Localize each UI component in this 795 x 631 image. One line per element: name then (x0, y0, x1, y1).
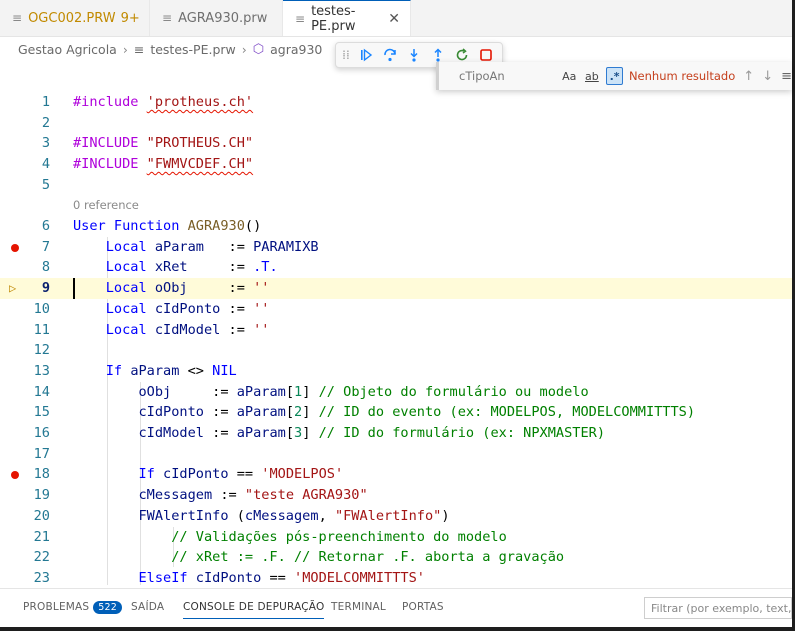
function-cube-icon: ⬡ (252, 42, 265, 57)
code-line: 15 cIdPonto := aParam[2] // ID do evento… (0, 402, 792, 423)
line-number: 7 (41, 238, 50, 255)
code-line: 20 FWAlertInfo (cMessagem, "FWAlertInfo"… (0, 506, 792, 527)
continue-icon (361, 48, 373, 62)
tab-problemas[interactable]: PROBLEMAS 522 (23, 601, 123, 614)
line-number: 23 (33, 569, 50, 585)
code-line: 2 (0, 113, 792, 134)
line-number: 20 (33, 507, 50, 524)
bottom-panel-bar: PROBLEMAS 522 SAÍDA CONSOLE DE DEPURAÇÃO … (0, 588, 792, 627)
code-line: 22 // xRet := .F. // Retornar .F. aborta… (0, 547, 792, 568)
line-number: 3 (41, 135, 50, 152)
line-number: 16 (33, 425, 50, 441)
line-number: 8 (41, 259, 50, 276)
tab-portas[interactable]: PORTAS (402, 601, 444, 613)
file-icon: ≡ (162, 11, 173, 25)
continue-button[interactable] (356, 45, 376, 65)
tab-saida[interactable]: SAÍDA (131, 601, 164, 613)
line-number: 4 (41, 156, 50, 173)
tab-console-depuracao[interactable]: CONSOLE DE DEPURAÇÃO (183, 601, 325, 619)
breakpoint-icon[interactable] (11, 243, 19, 252)
tab-badge: 9+ (120, 10, 140, 26)
line-number: 13 (33, 362, 50, 379)
line-number: 17 (33, 445, 50, 462)
code-line: 10 Local cIdPonto := '' (0, 299, 792, 320)
current-execution-line: ▷ 9 Local oObj := '' (0, 278, 792, 299)
code-line: 21 // Validações pós-preenchimento do mo… (0, 527, 792, 548)
line-number: 22 (33, 549, 50, 566)
regex-toggle[interactable]: .* (606, 67, 623, 85)
tab-ogc002[interactable]: ≡ OGC002.PRW 9+ (0, 0, 150, 36)
line-number: 19 (33, 487, 50, 504)
breadcrumb: Gestao Agricola › ≡ testes-PE.prw › ⬡ ag… (18, 42, 322, 57)
file-icon: ≡ (133, 42, 145, 57)
whole-word-toggle[interactable]: ab (584, 67, 601, 85)
find-widget: cTipoAn Aa ab .* Nenhum resultado ↑ ↓ ≡ (436, 62, 792, 90)
code-line: 8 Local xRet := .T. (0, 257, 792, 278)
breadcrumb-file[interactable]: testes-PE.prw (150, 42, 235, 57)
tab-label: AGRA930.prw (178, 10, 268, 26)
line-number: 6 (41, 218, 50, 234)
arrow-up-icon[interactable]: ↑ (743, 69, 754, 84)
tab-agra930[interactable]: ≡ AGRA930.prw (150, 0, 283, 36)
line-number: 1 (41, 94, 50, 110)
restart-icon (456, 48, 468, 61)
code-line: 23 ElseIf cIdPonto == 'MODELCOMMITTTS' (0, 568, 792, 585)
line-number: 5 (41, 176, 50, 193)
chevron-right-icon: › (122, 42, 128, 57)
code-line: 6 User Function AGRA930() (0, 216, 792, 237)
step-into-icon (410, 49, 418, 62)
line-number: 2 (41, 114, 50, 131)
step-over-button[interactable] (380, 45, 400, 65)
problems-count-badge: 522 (93, 601, 123, 614)
tab-label: PROBLEMAS (23, 601, 90, 613)
line-number: 9 (41, 280, 50, 297)
code-line: 18 If cIdPonto == 'MODELPOS' (0, 464, 792, 485)
line-number: 18 (33, 466, 50, 483)
find-input[interactable]: cTipoAn (459, 69, 555, 83)
arrow-down-icon[interactable]: ↓ (762, 69, 773, 84)
step-over-icon (384, 48, 396, 62)
file-icon: ≡ (295, 11, 306, 26)
code-line: 14 oObj := aParam[1] // Objeto do formul… (0, 382, 792, 403)
step-into-button[interactable] (404, 45, 424, 65)
chevron-right-icon: › (241, 42, 247, 57)
line-number: 10 (33, 300, 50, 317)
codelens-references[interactable]: 0 reference (73, 198, 139, 212)
code-line: 7 Local aParam := PARAMIXB (0, 237, 792, 258)
debug-console-filter-input[interactable]: Filtrar (por exemplo, text, !exclude) (644, 597, 792, 619)
more-lines-icon[interactable]: ≡ (781, 69, 792, 84)
line-number: 14 (33, 383, 50, 400)
breadcrumb-symbol[interactable]: agra930 (270, 42, 322, 57)
code-line: 1 #include 'protheus.ch' (0, 92, 792, 113)
code-line: 12 (0, 340, 792, 361)
code-line: 5 (0, 175, 792, 196)
code-line: 13 If aParam <> NIL (0, 361, 792, 382)
tab-testes-pe[interactable]: ≡ testes-PE.prw ✕ (283, 0, 411, 36)
code-line: 17 (0, 444, 792, 465)
code-line: 19 cMessagem := "teste AGRA930" (0, 485, 792, 506)
match-case-toggle[interactable]: Aa (561, 67, 578, 85)
code-line: 11 Local cIdModel := '' (0, 320, 792, 341)
line-number: 15 (33, 404, 50, 421)
step-out-icon (434, 48, 442, 62)
tab-label: testes-PE.prw (311, 3, 356, 34)
line-number: 21 (33, 528, 50, 545)
execution-pointer-icon: ▷ (9, 281, 17, 296)
file-icon: ≡ (12, 11, 23, 25)
line-number: 11 (33, 321, 50, 338)
code-line: 16 cIdModel := aParam[3] // ID do formul… (0, 423, 792, 444)
find-result-status: Nenhum resultado (628, 69, 736, 83)
stop-icon (480, 49, 492, 61)
breadcrumb-folder[interactable]: Gestao Agricola (18, 42, 117, 57)
code-line: 3 #INCLUDE "PROTHEUS.CH" (0, 133, 792, 154)
code-editor[interactable]: 1 #include 'protheus.ch' 2 3 #INCLUDE "P… (0, 92, 792, 585)
tab-label: OGC002.PRW (28, 10, 116, 26)
tab-terminal[interactable]: TERMINAL (331, 601, 386, 613)
drag-grip-icon[interactable]: ⁞⁞ (340, 48, 352, 62)
line-number: 12 (33, 342, 50, 359)
editor-tab-bar: ≡ OGC002.PRW 9+ ≡ AGRA930.prw ≡ testes-P… (0, 0, 792, 37)
close-icon[interactable]: ✕ (388, 11, 400, 27)
breakpoint-icon[interactable] (11, 471, 19, 480)
code-line: 4 #INCLUDE "FWMVCDEF.CH" (0, 154, 792, 175)
